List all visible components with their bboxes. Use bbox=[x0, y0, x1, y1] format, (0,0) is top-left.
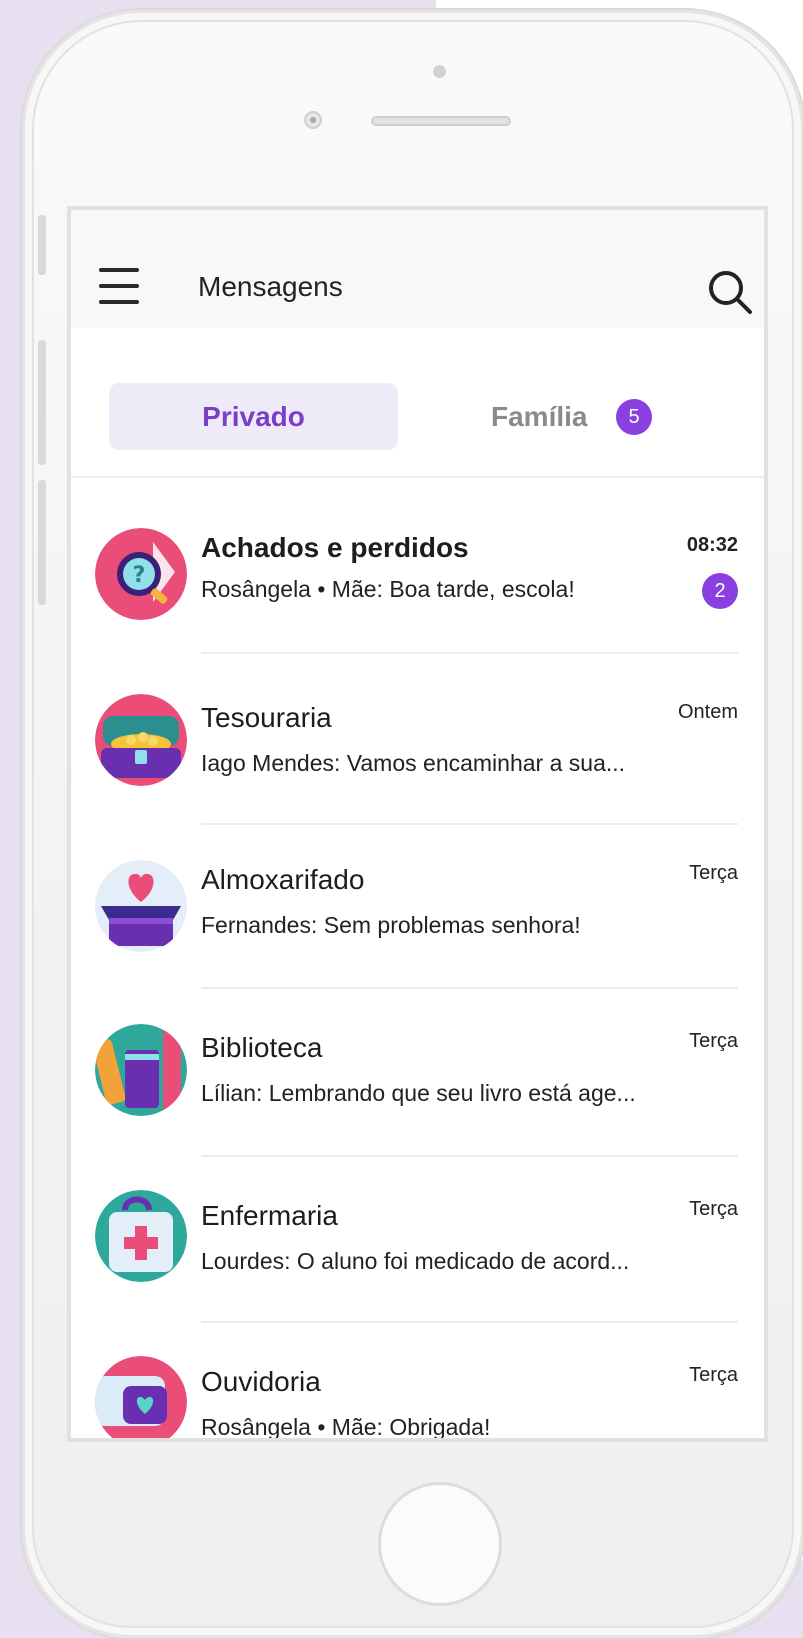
family-count-badge: 5 bbox=[616, 399, 652, 435]
tab-family-label: Família bbox=[491, 401, 588, 432]
hamburger-menu-icon[interactable] bbox=[99, 268, 139, 306]
conversation-time: 08:32 bbox=[686, 534, 738, 556]
conversation-item-enfermaria[interactable]: Enfermaria Lourdes: O aluno foi medicado… bbox=[71, 1156, 764, 1323]
chat-bubbles-icon bbox=[95, 1356, 187, 1438]
search-icon[interactable] bbox=[706, 268, 754, 316]
app-screen: Mensagens Privado Família 5 ? Achados e … bbox=[67, 206, 768, 1442]
conversation-title: Almoxarifado bbox=[201, 864, 365, 895]
conversation-preview: Lourdes: O aluno foi medicado de acord..… bbox=[201, 1248, 630, 1274]
tab-private[interactable]: Privado bbox=[109, 383, 398, 450]
conversation-title: Achados e perdidos bbox=[201, 532, 469, 563]
books-icon bbox=[95, 1024, 187, 1116]
conversation-item-tesouraria[interactable]: Tesouraria Iago Mendes: Vamos encaminhar… bbox=[71, 654, 764, 825]
app-header: Mensagens bbox=[71, 210, 764, 328]
conversation-time: Ontem bbox=[677, 701, 738, 723]
side-button-volume-down bbox=[38, 480, 46, 605]
conversation-item-biblioteca[interactable]: Biblioteca Lílian: Lembrando que seu liv… bbox=[71, 988, 764, 1157]
unread-count-badge: 2 bbox=[702, 573, 738, 609]
conversation-title: Tesouraria bbox=[201, 702, 332, 733]
tab-private-label: Privado bbox=[202, 401, 305, 432]
conversation-preview: Rosângela • Mãe: Obrigada! bbox=[201, 1414, 491, 1440]
earpiece-speaker bbox=[371, 116, 511, 126]
side-button-volume-up bbox=[38, 340, 46, 465]
conversation-preview: Lílian: Lembrando que seu livro está age… bbox=[201, 1080, 636, 1106]
conversation-preview: Fernandes: Sem problemas senhora! bbox=[201, 912, 581, 938]
conversation-item-ouvidoria[interactable]: Ouvidoria Rosângela • Mãe: Obrigada! Ter… bbox=[71, 1322, 764, 1440]
heart-box-icon bbox=[95, 860, 187, 952]
conversation-time: Terça bbox=[689, 862, 738, 884]
treasure-chest-icon bbox=[95, 694, 187, 786]
conversation-preview: Rosângela • Mãe: Boa tarde, escola! bbox=[201, 576, 575, 602]
page-title: Mensagens bbox=[198, 271, 343, 302]
side-button-mute bbox=[38, 215, 46, 275]
conversation-time: Terça bbox=[689, 1198, 738, 1220]
svg-text:?: ? bbox=[133, 563, 146, 588]
conversation-item-achados[interactable]: ? Achados e perdidos Rosângela • Mãe: Bo… bbox=[71, 476, 764, 654]
first-aid-kit-icon bbox=[95, 1190, 187, 1282]
proximity-sensor bbox=[433, 65, 446, 78]
conversation-item-almoxarifado[interactable]: Almoxarifado Fernandes: Sem problemas se… bbox=[71, 824, 764, 989]
tab-bar: Privado Família 5 bbox=[71, 328, 764, 478]
conversation-title: Ouvidoria bbox=[201, 1366, 321, 1397]
front-camera bbox=[304, 111, 322, 129]
conversation-title: Biblioteca bbox=[201, 1032, 323, 1063]
home-button[interactable] bbox=[378, 1482, 502, 1606]
tab-family[interactable]: Família 5 bbox=[491, 383, 711, 450]
conversation-preview: Iago Mendes: Vamos encaminhar a sua... bbox=[201, 750, 626, 776]
conversation-time: Terça bbox=[689, 1030, 738, 1052]
conversation-time: Terça bbox=[689, 1364, 738, 1386]
lost-and-found-icon: ? bbox=[95, 528, 187, 620]
conversation-title: Enfermaria bbox=[201, 1200, 338, 1231]
